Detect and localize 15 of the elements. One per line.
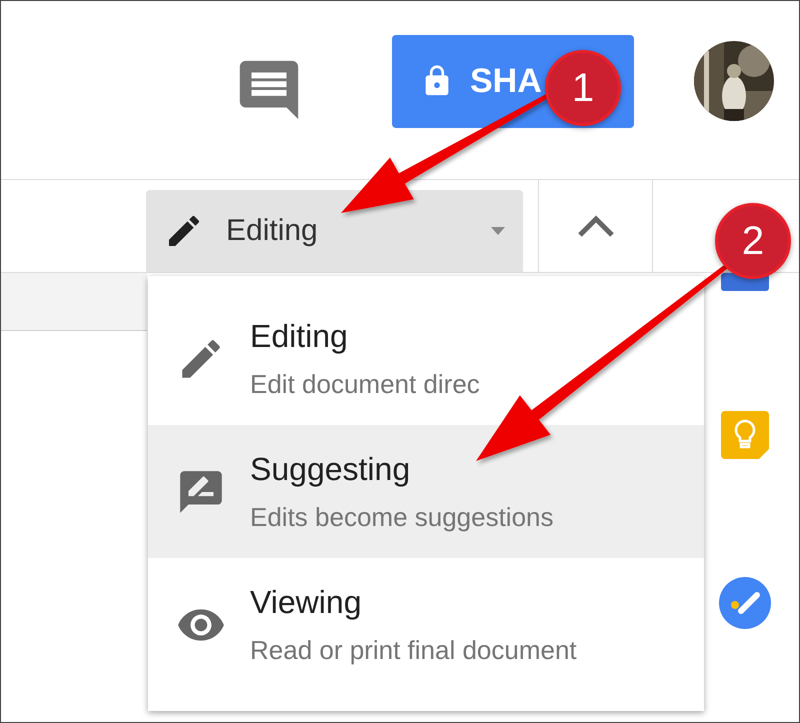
chevron-up-icon — [576, 213, 616, 239]
menu-item[interactable]: Suggesting Edits become suggestions — [148, 425, 704, 558]
lightbulb-icon[interactable] — [720, 411, 768, 459]
step-badge: 2 — [715, 203, 791, 279]
item-description: Edits become suggestions — [250, 502, 554, 532]
item-title: Suggesting — [250, 450, 412, 488]
item-description: Edit document direc — [250, 368, 480, 400]
menu-item[interactable]: Viewing Read or print final document — [148, 558, 704, 691]
item-title: Editing — [250, 318, 349, 354]
item-title: Viewing — [250, 584, 362, 620]
item-description: Read or print final document — [250, 634, 577, 666]
tasks-icon[interactable] — [718, 577, 770, 629]
caret-icon — [491, 227, 505, 235]
mode-dropdown[interactable]: Editing — [146, 190, 523, 272]
menu-item[interactable]: Editing Edit document direc — [148, 292, 704, 425]
